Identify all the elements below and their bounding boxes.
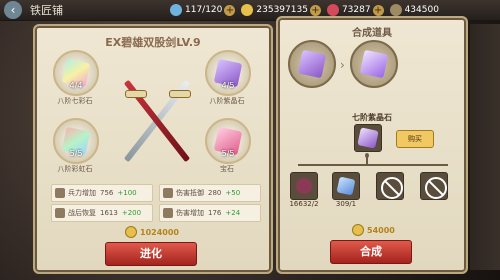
gold-coin-icon <box>125 226 137 238</box>
stat-icon <box>55 188 65 198</box>
chevron-left-icon: ‹ <box>10 3 16 17</box>
gold-value: 235397135 <box>256 5 308 15</box>
stat-value: 280 <box>208 189 222 197</box>
gold-resource: 235397135 + <box>241 4 321 16</box>
slot-count: 5/5 <box>69 149 83 158</box>
slot-label: 八阶彩虹石 <box>57 165 93 173</box>
stat-increase: +100 <box>117 189 137 197</box>
slot-count: 5/5 <box>221 149 235 158</box>
add-gold-button[interactable]: + <box>309 4 321 16</box>
compose-button[interactable]: 合成 <box>330 240 412 264</box>
source-item-slot[interactable] <box>288 40 336 88</box>
weapon-image <box>107 66 207 176</box>
material-slot-4[interactable]: 5/5 <box>205 118 251 164</box>
target-item-slot[interactable] <box>350 40 398 88</box>
hilt-icon <box>125 90 147 98</box>
stat-damage-resist: 伤害抵御 280 +50 <box>159 184 261 202</box>
stat-label: 战后恢复 <box>68 209 96 217</box>
stat-label: 伤害增加 <box>176 209 204 217</box>
add-gem-button[interactable]: + <box>372 4 384 16</box>
gold-coin-icon <box>241 4 254 16</box>
material-1-count: 16632/2 <box>289 200 319 208</box>
material-slot-3[interactable]: 5/5 <box>53 118 99 164</box>
gem-resource: 73287 + <box>326 4 384 16</box>
gold-coin-icon <box>352 224 364 236</box>
stat-icon <box>163 188 173 198</box>
resource-icon <box>389 4 402 16</box>
material-1-box[interactable] <box>290 172 318 200</box>
material-2-count: 309/1 <box>335 200 357 208</box>
gem-icon <box>326 4 339 16</box>
other-resource: 434500 <box>389 4 439 16</box>
stat-increase: +24 <box>225 209 241 217</box>
locked-icon <box>381 177 403 199</box>
locked-slot-2 <box>420 172 448 200</box>
add-stamina-button[interactable]: + <box>224 4 236 16</box>
compose-cost-value: 54000 <box>367 225 395 235</box>
page-title: 铁匠铺 <box>30 4 63 17</box>
material-slot-2[interactable]: 4/5 <box>205 50 251 96</box>
locked-icon <box>425 177 447 199</box>
stamina-resource: 117/120 + <box>170 4 236 16</box>
stamina-icon <box>170 4 182 16</box>
side-tab-rail <box>470 24 500 270</box>
material-slot-1[interactable]: 4/4 <box>53 50 99 96</box>
hilt-icon <box>169 90 191 98</box>
blue-gem-icon <box>336 176 356 196</box>
orb-icon <box>296 178 312 194</box>
other-value: 434500 <box>404 5 439 15</box>
compose-panel: 合成道具 › 七阶紫晶石 0 购买 16632/2 309/1 54000 合成 <box>276 16 468 274</box>
purple-gem-icon <box>297 49 327 79</box>
stat-post-battle-recovery: 战后恢复 1613 +200 <box>51 204 153 222</box>
gem-value: 73287 <box>341 5 371 15</box>
stat-increase: +50 <box>225 189 241 197</box>
slot-label: 八阶七彩石 <box>57 97 93 105</box>
stat-value: 1613 <box>100 209 118 217</box>
stat-label: 兵力增加 <box>68 189 96 197</box>
compose-title: 合成道具 <box>352 28 392 39</box>
crafted-item-box[interactable] <box>354 124 382 152</box>
arrow-right-icon: › <box>340 58 345 72</box>
purple-gem-icon <box>357 127 379 149</box>
slot-count: 4/4 <box>69 81 83 90</box>
stat-troops: 兵力增加 756 +100 <box>51 184 153 202</box>
stat-increase: +200 <box>121 209 142 217</box>
material-2-box[interactable] <box>332 172 360 200</box>
stamina-value: 117/120 <box>185 5 223 15</box>
tree-line <box>366 154 368 164</box>
locked-slot-1 <box>376 172 404 200</box>
stat-icon <box>55 208 65 218</box>
stat-value: 176 <box>208 209 222 217</box>
evolve-button[interactable]: 进化 <box>105 242 197 266</box>
tree-line <box>298 164 448 166</box>
stat-value: 756 <box>100 189 114 197</box>
buy-button[interactable]: 购买 <box>396 130 434 148</box>
evolve-cost: 1024000 <box>125 226 179 238</box>
weapon-title: EX碧雄双股剑LV.9 <box>105 36 201 49</box>
evolve-cost-value: 1024000 <box>140 227 179 237</box>
compose-cost: 54000 <box>352 224 395 236</box>
stat-icon <box>163 208 173 218</box>
back-button[interactable]: ‹ <box>4 1 22 19</box>
evolve-panel: EX碧雄双股剑LV.9 4/4 八阶七彩石 4/5 八阶紫晶石 5/5 八阶彩虹… <box>33 24 273 274</box>
item-name: 七阶紫晶石 <box>352 113 392 122</box>
purple-gem-icon <box>359 49 389 79</box>
stat-damage-increase: 伤害增加 176 +24 <box>159 204 261 222</box>
stat-label: 伤害抵御 <box>176 189 204 197</box>
slot-count: 4/5 <box>221 81 235 90</box>
